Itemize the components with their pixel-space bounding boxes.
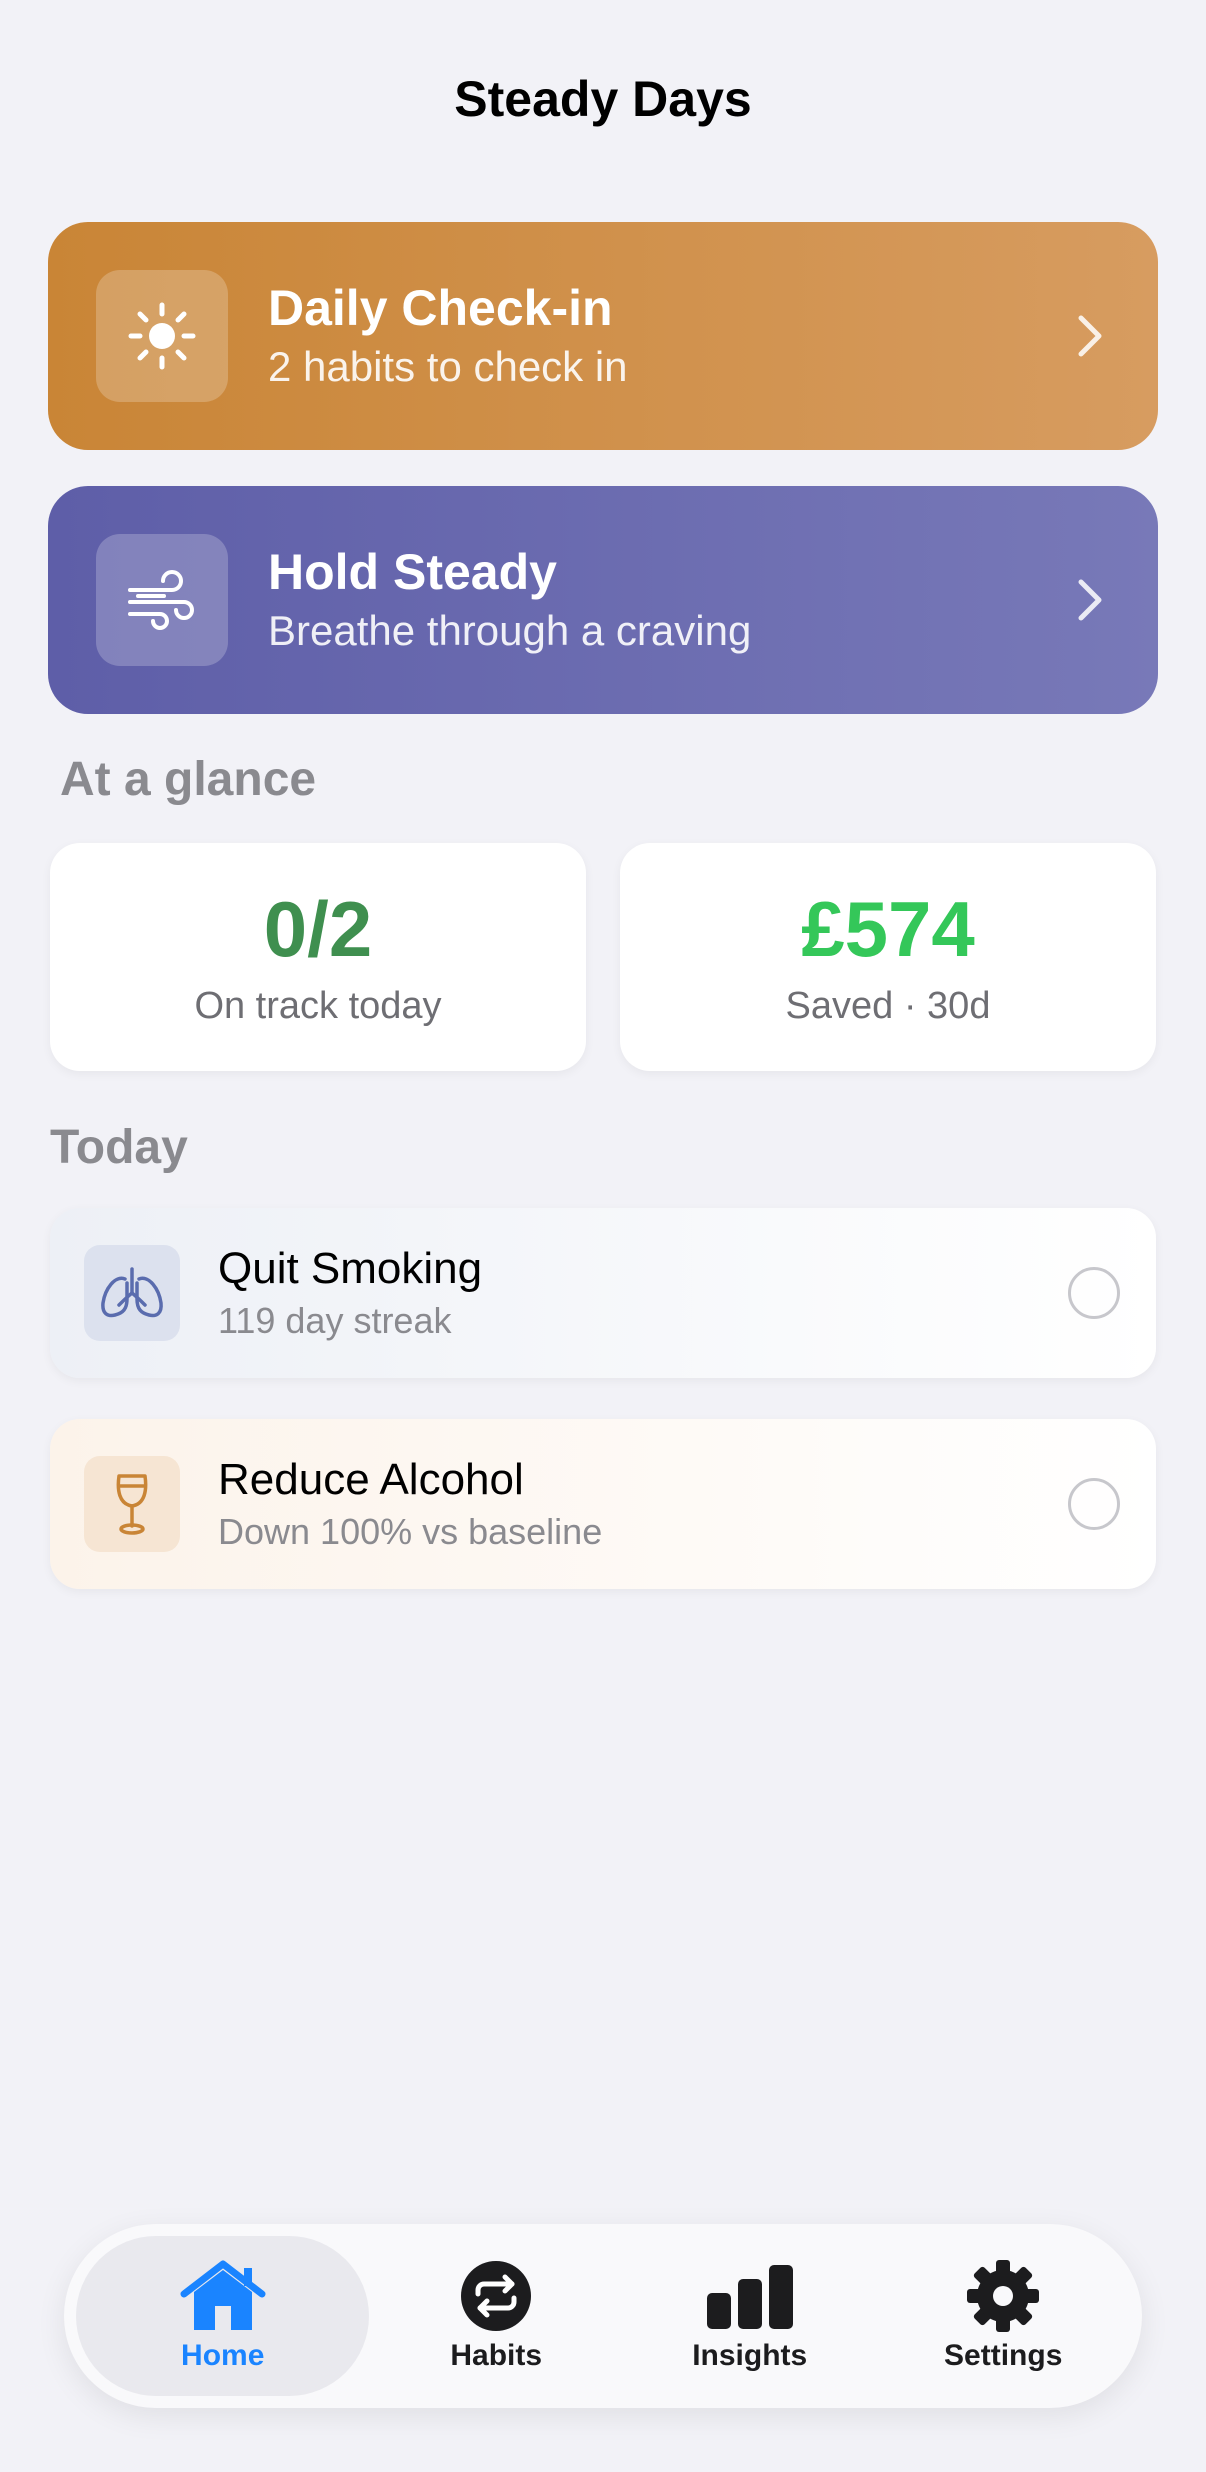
daily-checkin-subtitle: 2 habits to check in [268,343,628,390]
saved-caption: Saved · 30d [785,985,991,1027]
house-icon [180,2259,266,2333]
habit-name: Quit Smoking [218,1244,483,1293]
hold-steady-card[interactable]: Hold Steady Breathe through a craving [48,486,1158,714]
tab-home[interactable]: Home [76,2236,370,2396]
on-track-stat-card: 0/2 On track today [50,843,586,1071]
wind-icon [96,534,228,666]
hold-steady-title: Hold Steady [268,544,557,600]
wine-glass-icon [84,1456,180,1552]
habit-check-toggle[interactable] [1068,1478,1120,1530]
tab-label: Settings [944,2339,1063,2372]
quit-smoking-text: Quit Smoking 119 day streak [218,1241,1068,1345]
reduce-alcohol-text: Reduce Alcohol Down 100% vs baseline [218,1452,1068,1556]
tab-settings[interactable]: Settings [876,2236,1130,2396]
tab-label: Home [181,2339,265,2372]
hold-steady-subtitle: Breathe through a craving [268,607,752,654]
daily-checkin-title: Daily Check-in [268,280,613,336]
gear-icon [966,2259,1040,2333]
habit-check-toggle[interactable] [1068,1267,1120,1319]
home-screen: Steady Days Daily Check-in 2 habits to c… [0,0,1206,2472]
saved-value: £574 [801,885,975,973]
tab-label: Habits [450,2339,543,2372]
on-track-caption: On track today [194,985,442,1027]
tab-bar: Home Habits Insights Settings [64,2224,1142,2408]
bar-chart-icon [705,2259,795,2333]
tab-insights[interactable]: Insights [623,2236,877,2396]
today-heading: Today [50,1121,188,1174]
at-a-glance-heading: At a glance [60,753,317,806]
habit-detail: 119 day streak [218,1300,452,1341]
habit-row-reduce-alcohol[interactable]: Reduce Alcohol Down 100% vs baseline [50,1419,1156,1589]
tab-label: Insights [692,2339,808,2372]
tab-habits[interactable]: Habits [369,2236,623,2396]
repeat-icon [460,2259,532,2333]
hold-steady-text: Hold Steady Breathe through a craving [268,541,1070,659]
lungs-icon [84,1245,180,1341]
daily-checkin-card[interactable]: Daily Check-in 2 habits to check in [48,222,1158,450]
habit-name: Reduce Alcohol [218,1455,524,1504]
habit-detail: Down 100% vs baseline [218,1511,603,1552]
saved-stat-card: £574 Saved · 30d [620,843,1156,1071]
on-track-value: 0/2 [263,885,373,973]
page-title: Steady Days [454,71,752,127]
chevron-right-icon [1070,308,1110,364]
daily-checkin-text: Daily Check-in 2 habits to check in [268,277,1070,395]
chevron-right-icon [1070,572,1110,628]
habit-row-quit-smoking[interactable]: Quit Smoking 119 day streak [50,1208,1156,1378]
sun-icon [96,270,228,402]
